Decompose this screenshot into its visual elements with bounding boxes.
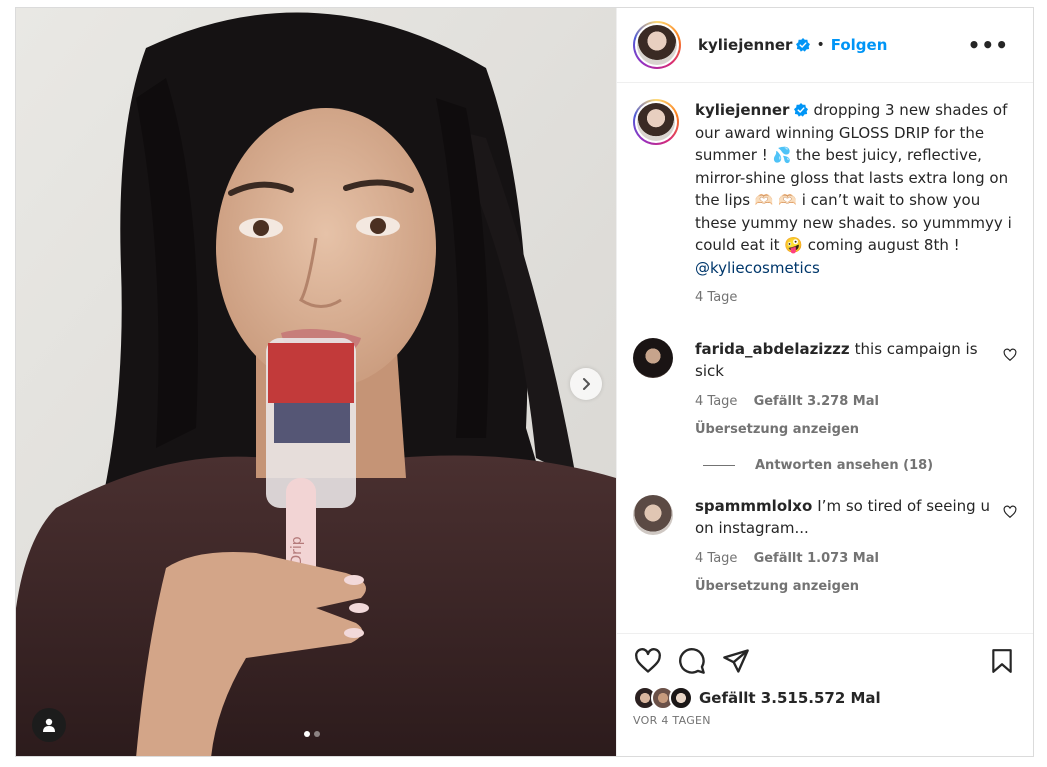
likes-summary: Gefällt 3.515.572 Mal [633,686,1017,710]
comment-age[interactable]: 4 Tage [695,551,737,566]
liker-avatar [669,686,693,710]
comment-meta: 4 Tage Gefällt 1.073 Mal [695,548,995,571]
post-side-panel: kyliejenner • Folgen ••• kyliejenner dro [616,8,1033,756]
share-icon [723,649,749,673]
header-separator: • [816,37,825,53]
chevron-right-icon [583,378,590,390]
carousel-indicator [304,731,320,737]
comment-likes[interactable]: Gefällt 3.278 Mal [754,394,879,409]
heart-icon[interactable] [1003,348,1017,362]
caption-meta: 4 Tage [695,287,1017,310]
save-button[interactable] [987,646,1017,676]
carousel-dot [314,731,320,737]
comment-username[interactable]: farida_abdelazizzz [695,340,850,358]
view-replies-button[interactable]: Antworten ansehen (18) [703,458,1017,473]
replies-divider [703,464,735,466]
comment-body: spammmlolxo I’m so tired of seeing u on i… [695,495,995,599]
more-options-button[interactable]: ••• [968,33,1017,57]
caption-age[interactable]: 4 Tage [695,290,737,305]
comment-button[interactable] [677,646,707,676]
comment-body: farida_abdelazizzz this campaign is sick … [695,338,995,442]
likes-count[interactable]: Gefällt 3.515.572 Mal [699,689,881,707]
comment-item: spammmlolxo I’m so tired of seeing u on i… [633,494,1017,599]
caption-username[interactable]: kyliejenner [695,101,789,119]
post-timestamp[interactable]: VOR 4 TAGEN [633,714,1017,727]
user-icon [43,718,55,732]
translate-link[interactable]: Übersetzung anzeigen [695,576,995,599]
comments-list[interactable]: kyliejenner dropping 3 new shades of our… [617,83,1033,633]
liker-avatars[interactable] [633,686,693,710]
follow-button[interactable]: Folgen [831,36,888,54]
caption: kyliejenner dropping 3 new shades of our… [633,99,1017,310]
commenter-avatar[interactable] [633,337,673,378]
avatar-frame [635,23,679,67]
tagged-users-button[interactable] [32,708,66,742]
author-avatar[interactable] [633,21,681,69]
action-icons [633,646,1017,676]
post-dialog: Gloss Drip [15,7,1034,757]
translate-link[interactable]: Übersetzung anzeigen [695,419,995,442]
heart-icon [635,648,661,673]
bookmark-icon [992,649,1012,673]
commenter-avatar[interactable] [633,494,673,535]
avatar-image [637,25,677,65]
caption-avatar[interactable] [633,99,679,145]
verified-badge-icon [796,38,811,52]
post-media[interactable]: Gloss Drip [16,8,616,756]
verified-badge-icon [794,103,809,117]
caption-body: kyliejenner dropping 3 new shades of our… [695,99,1017,310]
comment-username[interactable]: spammmlolxo [695,497,812,515]
share-button[interactable] [721,646,751,676]
caption-mention[interactable]: @kyliecosmetics [695,259,820,277]
next-slide-button[interactable] [570,368,602,400]
caption-text: dropping 3 new shades of our award winni… [695,101,1012,254]
comment-age[interactable]: 4 Tage [695,394,737,409]
comment-meta: 4 Tage Gefällt 3.278 Mal [695,391,995,414]
avatar-frame [635,101,677,143]
comment-likes[interactable]: Gefällt 1.073 Mal [754,551,879,566]
avatar-image [637,103,675,141]
post-photo: Gloss Drip [16,8,616,756]
post-header: kyliejenner • Folgen ••• [617,8,1033,83]
post-actions: Gefällt 3.515.572 Mal VOR 4 TAGEN [617,633,1033,756]
heart-icon[interactable] [1003,505,1017,519]
comment-item: farida_abdelazizzz this campaign is sick … [633,337,1017,442]
comment-icon [679,648,705,674]
view-replies-label: Antworten ansehen (18) [755,457,934,473]
like-button[interactable] [633,646,663,676]
author-username[interactable]: kyliejenner [698,36,792,54]
carousel-dot-active [304,731,310,737]
